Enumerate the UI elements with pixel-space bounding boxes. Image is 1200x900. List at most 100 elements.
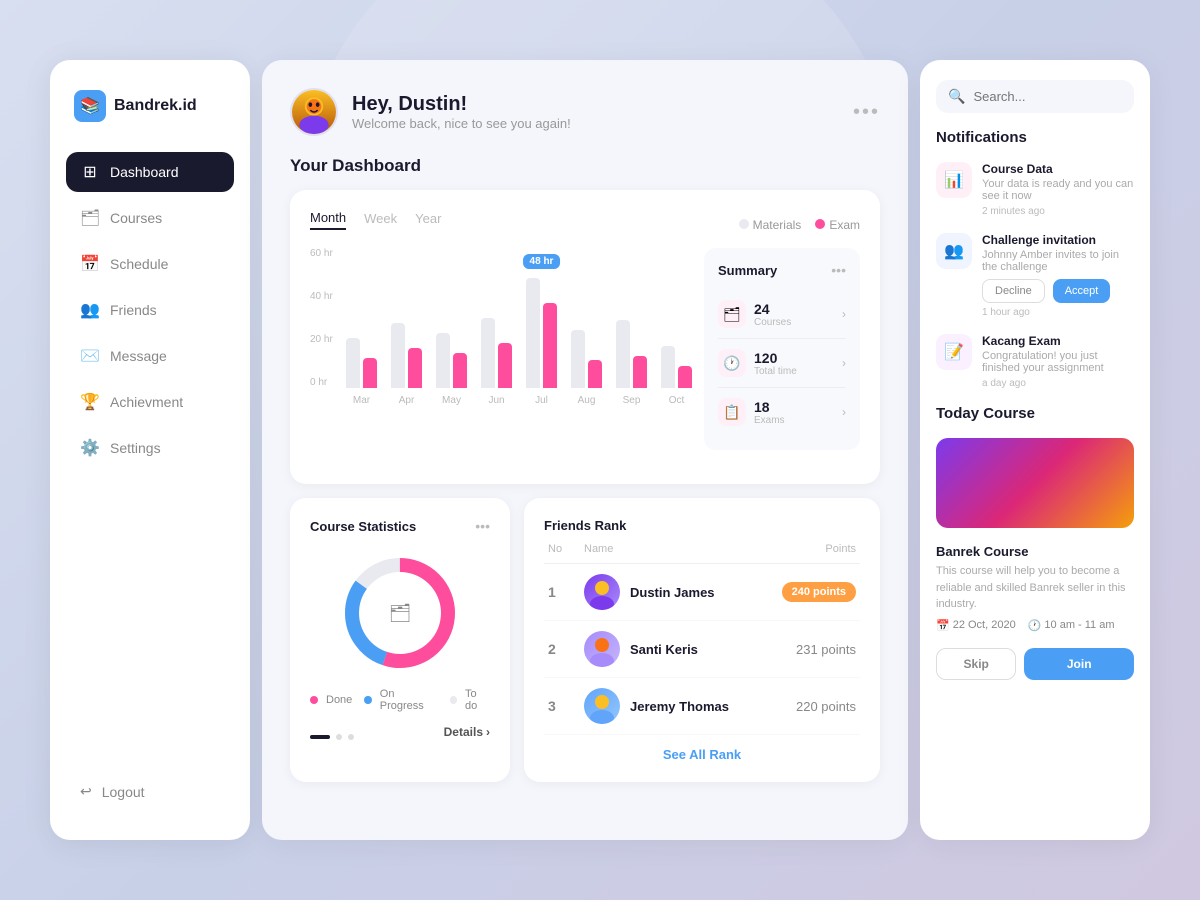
- rank-name-2: Santi Keris: [630, 642, 698, 657]
- bar-may-materials: [436, 333, 450, 388]
- bar-jun-exam: [498, 343, 512, 388]
- bar-apr-exam: [408, 348, 422, 388]
- accept-button[interactable]: Accept: [1053, 279, 1111, 303]
- time-summary-icon: 🕐: [718, 349, 746, 377]
- summary-item-courses[interactable]: 🗂 24 Courses ›: [718, 290, 846, 339]
- details-label: Details: [444, 725, 483, 739]
- sidebar-item-friends[interactable]: 👥 Friends: [66, 290, 234, 330]
- course-title: Banrek Course: [936, 544, 1134, 559]
- bar-jun-materials: [481, 318, 495, 388]
- search-input[interactable]: [973, 89, 1122, 104]
- materials-legend-dot: [739, 219, 749, 229]
- course-info: Banrek Course This course will help you …: [936, 544, 1134, 632]
- tab-week[interactable]: Week: [364, 211, 397, 229]
- notif-icon-2: 👥: [936, 233, 972, 269]
- rank-row-1: 1 Dustin James 240 points: [544, 564, 860, 621]
- notification-item-3: 📝 Kacang Exam Congratulation! you just f…: [936, 334, 1134, 389]
- y-labels: 60 hr 40 hr 20 hr 0 hr: [310, 248, 333, 388]
- sidebar-item-label: Schedule: [110, 256, 168, 272]
- tab-year[interactable]: Year: [415, 211, 441, 229]
- right-panel: 🔍 Notifications 📊 Course Data Your data …: [920, 60, 1150, 840]
- notif-text-3: Kacang Exam Congratulation! you just fin…: [982, 334, 1134, 389]
- courses-label: Courses: [754, 317, 791, 328]
- bar-group-mar: Mar: [346, 338, 377, 388]
- courses-count: 24: [754, 301, 791, 317]
- todo-dot: [450, 696, 457, 704]
- notifications-title: Notifications: [936, 129, 1134, 146]
- courses-icon: 🗂: [80, 208, 100, 228]
- bar-sep-exam: [633, 356, 647, 388]
- bar-group-may: May: [436, 333, 467, 388]
- notification-item-2: 👥 Challenge invitation Johnny Amber invi…: [936, 233, 1134, 318]
- course-desc: This course will help you to become a re…: [936, 563, 1134, 613]
- exam-legend-dot: [815, 219, 825, 229]
- summary-panel: Summary ••• 🗂 24 Courses ›: [704, 248, 860, 450]
- sidebar-item-schedule[interactable]: 📅 Schedule: [66, 244, 234, 284]
- notif-actions-2: Decline Accept: [982, 279, 1134, 303]
- search-icon: 🔍: [948, 88, 965, 105]
- greeting-subtext: Welcome back, nice to see you again!: [352, 116, 571, 131]
- notif-title-3: Kacang Exam: [982, 334, 1134, 348]
- course-date: 22 Oct, 2020: [953, 619, 1016, 631]
- notif-icon-3: 📝: [936, 334, 972, 370]
- rank-row-2: 2 Santi Keris 231 points: [544, 621, 860, 678]
- notif-text-1: Course Data Your data is ready and you c…: [982, 162, 1134, 217]
- summary-item-exams[interactable]: 📋 18 Exams ›: [718, 388, 846, 436]
- dot-active: [310, 735, 330, 739]
- bar-sep-materials: [616, 320, 630, 388]
- bar-group-aug: Aug: [571, 330, 602, 388]
- progress-label: On Progress: [380, 688, 438, 712]
- notification-item-1: 📊 Course Data Your data is ready and you…: [936, 162, 1134, 217]
- tab-month[interactable]: Month: [310, 210, 346, 230]
- see-all-rank-link[interactable]: See All Rank: [544, 747, 860, 762]
- bar-group-oct: Oct: [661, 346, 692, 388]
- done-label: Done: [326, 694, 352, 706]
- details-link[interactable]: Details ›: [444, 725, 490, 739]
- logo-icon: 📚: [74, 90, 106, 122]
- logo: 📚 Bandrek.id: [66, 90, 234, 122]
- rank-points-1: 240 points: [756, 582, 856, 602]
- logout-item[interactable]: ↩ Logout: [66, 773, 234, 810]
- rank-avatar-1: [584, 574, 620, 610]
- header-more-button[interactable]: •••: [853, 101, 880, 124]
- sidebar-item-label: Dashboard: [110, 164, 179, 180]
- join-button[interactable]: Join: [1024, 648, 1134, 680]
- course-time: 10 am - 11 am: [1044, 619, 1114, 631]
- settings-icon: ⚙️: [80, 438, 100, 458]
- main-content: Hey, Dustin! Welcome back, nice to see y…: [262, 60, 908, 840]
- materials-legend-label: Materials: [753, 218, 802, 232]
- bar-oct-materials: [661, 346, 675, 388]
- bar-jul-materials: [526, 278, 540, 388]
- summary-item-time[interactable]: 🕐 120 Total time ›: [718, 339, 846, 388]
- sidebar-item-label: Message: [110, 348, 167, 364]
- dot-inactive-2: [348, 734, 354, 740]
- today-course-title: Today Course: [936, 405, 1134, 422]
- course-stats-card: Course Statistics ••• 🗂: [290, 498, 510, 782]
- sidebar-item-label: Friends: [110, 302, 157, 318]
- exams-summary-icon: 📋: [718, 398, 746, 426]
- skip-button[interactable]: Skip: [936, 648, 1016, 680]
- donut-center-icon: 🗂: [389, 603, 412, 624]
- course-stats-header: Course Statistics •••: [310, 518, 490, 534]
- rank-name-3: Jeremy Thomas: [630, 699, 729, 714]
- bar-mar-exam: [363, 358, 377, 388]
- sidebar-item-courses[interactable]: 🗂 Courses: [66, 198, 234, 238]
- sidebar-item-message[interactable]: ✉️ Message: [66, 336, 234, 376]
- sidebar-item-settings[interactable]: ⚙️ Settings: [66, 428, 234, 468]
- greeting-headline: Hey, Dustin!: [352, 93, 571, 116]
- bar-group-sep: Sep: [616, 320, 647, 388]
- bar-mar-materials: [346, 338, 360, 388]
- course-stats-dots[interactable]: •••: [475, 518, 490, 534]
- rank-name-1: Dustin James: [630, 585, 715, 600]
- friends-icon: 👥: [80, 300, 100, 320]
- logo-text: Bandrek.id: [114, 97, 197, 115]
- summary-header: Summary •••: [718, 262, 846, 278]
- notif-body-2: Johnny Amber invites to join the challen…: [982, 249, 1134, 273]
- summary-dots[interactable]: •••: [831, 262, 846, 278]
- decline-button[interactable]: Decline: [982, 279, 1045, 303]
- sidebar-item-achievment[interactable]: 🏆 Achievment: [66, 382, 234, 422]
- notif-text-2: Challenge invitation Johnny Amber invite…: [982, 233, 1134, 318]
- notif-title-2: Challenge invitation: [982, 233, 1134, 247]
- sidebar-item-dashboard[interactable]: ⊞ Dashboard: [66, 152, 234, 192]
- notif-time-1: 2 minutes ago: [982, 206, 1134, 217]
